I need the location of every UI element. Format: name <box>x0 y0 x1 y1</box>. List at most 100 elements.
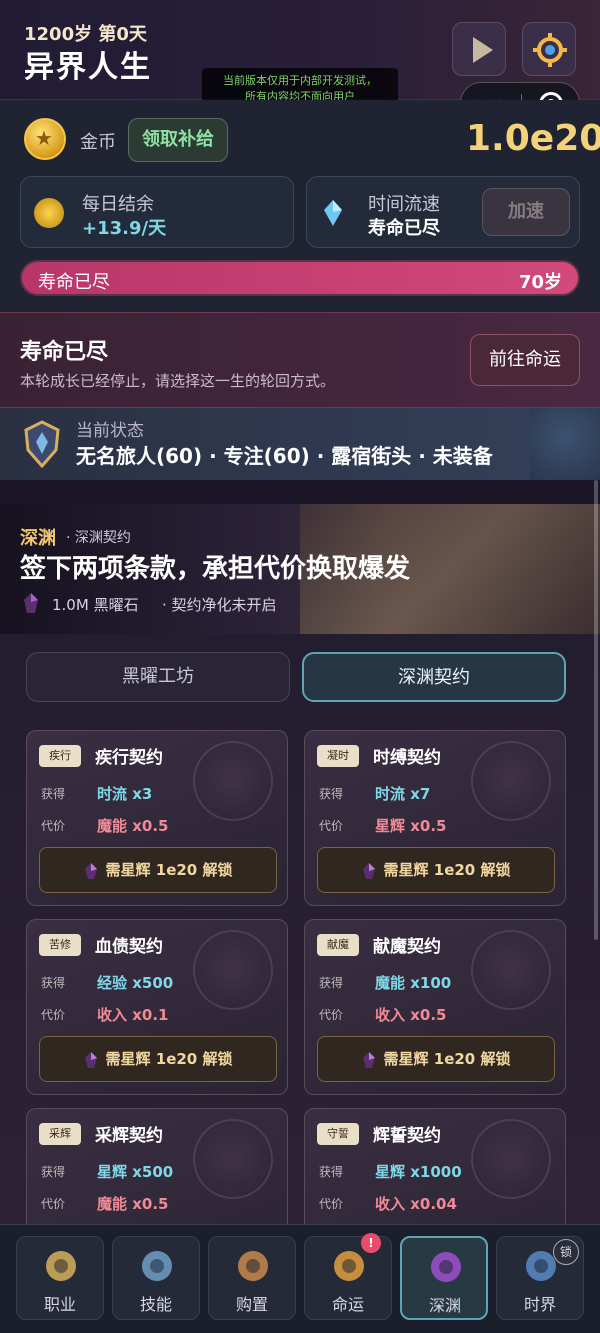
gain-value: 星辉 x1000 <box>375 1163 462 1181</box>
cost-label: 代价 <box>41 819 66 833</box>
tab-abyss-contract[interactable]: 深渊契约 <box>302 652 566 702</box>
time-flow-value: 寿命已尽 <box>368 218 440 239</box>
contract-badge: 苦修 <box>39 934 81 956</box>
contract-card[interactable]: 苦修 血债契约获得 经验 x500 代价 收入 x0.1 需星辉 1e20 解锁 <box>26 919 288 1095</box>
gain-label: 获得 <box>319 787 344 801</box>
lifespan-age: 70岁 <box>518 272 562 293</box>
contract-card[interactable]: 献魔 献魔契约获得 魔能 x100 代价 收入 x0.5 需星辉 1e20 解锁 <box>304 919 566 1095</box>
unlock-button[interactable]: 需星辉 1e20 解锁 <box>317 1036 555 1082</box>
nav-item-1[interactable]: 技能 <box>112 1236 200 1320</box>
character-portrait <box>530 408 600 480</box>
sigil-icon <box>193 930 273 1010</box>
cost-label: 代价 <box>319 1197 344 1211</box>
cost-value: 魔能 x0.5 <box>97 817 169 835</box>
gain-label: 获得 <box>41 976 66 990</box>
starlight-crystal-icon <box>362 862 375 879</box>
nav-item-4[interactable]: 深渊 <box>400 1236 488 1320</box>
cost-value: 星辉 x0.5 <box>375 817 447 835</box>
sigil-icon <box>193 741 273 821</box>
daily-balance-label: 每日结余 <box>82 194 154 215</box>
starlight-crystal-icon <box>84 1051 97 1068</box>
contract-name: 血债契约 <box>95 937 163 957</box>
unlock-label: 需星辉 1e20 解锁 <box>383 1050 511 1068</box>
sigil-icon <box>471 1119 551 1199</box>
nav-label: 购置 <box>235 1295 268 1314</box>
starlight-crystal-icon <box>362 1051 375 1068</box>
speed-up-button[interactable]: 加速 <box>482 188 570 236</box>
bag-icon <box>238 1251 268 1281</box>
contract-badge: 守誓 <box>317 1123 359 1145</box>
contract-badge: 献魔 <box>317 934 359 956</box>
cost-label: 代价 <box>41 1008 66 1022</box>
contract-card[interactable]: 疾行 疾行契约获得 时流 x3 代价 魔能 x0.5 需星辉 1e20 解锁 <box>26 730 288 906</box>
play-button[interactable] <box>452 22 506 76</box>
gain-value: 魔能 x100 <box>375 974 452 992</box>
unlock-label: 需星辉 1e20 解锁 <box>105 861 233 879</box>
gain-value: 时流 x7 <box>375 785 431 803</box>
book-icon <box>142 1251 172 1281</box>
contract-name: 献魔契约 <box>373 937 441 957</box>
obsidian-amount: 1.0M 黑曜石 <box>52 596 139 614</box>
shield-icon <box>46 1251 76 1281</box>
obsidian-icon <box>24 593 38 613</box>
cost-value: 收入 x0.5 <box>375 1006 447 1024</box>
lifespan-status: 寿命已尽 <box>38 272 110 293</box>
nav-label: 时界 <box>523 1295 556 1314</box>
coin-stack-icon <box>34 198 64 228</box>
notice-desc: 本轮成长已经停止，请选择这一生的轮回方式。 <box>20 372 336 390</box>
gain-value: 星辉 x500 <box>97 1163 174 1181</box>
sigil-icon <box>193 1119 273 1199</box>
coin-icon: ★ <box>24 118 66 160</box>
status-value: 无名旅人(60) · 专注(60) · 露宿街头 · 未装备 <box>76 444 493 468</box>
contract-card[interactable]: 凝时 时缚契约 获得 时流 x7 代价 星辉 x0.5 需星辉 1e20 解锁 <box>304 730 566 906</box>
unlock-button[interactable]: 需星辉 1e20 解锁 <box>39 1036 277 1082</box>
coin-label: 金币 <box>80 132 116 153</box>
contract-name: 疾行契约 <box>95 748 163 768</box>
claim-supply-button[interactable]: 领取补给 <box>128 118 228 162</box>
gain-value: 时流 x3 <box>97 785 153 803</box>
nav-item-0[interactable]: 职业 <box>16 1236 104 1320</box>
contract-badge: 疾行 <box>39 745 81 767</box>
nav-item-3[interactable]: 命运! <box>304 1233 392 1320</box>
gain-label: 获得 <box>41 787 66 801</box>
cost-label: 代价 <box>41 1197 66 1211</box>
daily-balance-value: +13.9/天 <box>82 218 167 239</box>
scrollbar[interactable] <box>594 480 598 940</box>
unlock-label: 需星辉 1e20 解锁 <box>105 1050 233 1068</box>
crystal-icon <box>431 1252 461 1282</box>
sigil-icon <box>471 741 551 821</box>
unlock-button[interactable]: 需星辉 1e20 解锁 <box>317 847 555 893</box>
cost-value: 收入 x0.1 <box>97 1006 169 1024</box>
status-label: 当前状态 <box>76 421 144 441</box>
gain-label: 获得 <box>319 1165 344 1179</box>
starlight-crystal-icon <box>84 862 97 879</box>
time-flow-label: 时间流速 <box>368 194 440 215</box>
page-title: 异界人生 <box>24 50 152 85</box>
tab-obsidian-workshop[interactable]: 黑曜工坊 <box>26 652 290 702</box>
gain-value: 经验 x500 <box>97 974 174 992</box>
compass-icon <box>334 1251 364 1281</box>
play-icon <box>473 37 493 63</box>
purify-status: · 契约净化未开启 <box>162 596 277 614</box>
contract-name: 辉誓契约 <box>373 1126 441 1146</box>
nav-item-2[interactable]: 购置 <box>208 1236 296 1320</box>
lifespan-bar: 寿命已尽 70岁 <box>20 260 580 296</box>
gain-label: 获得 <box>319 976 344 990</box>
contract-name: 时缚契约 <box>373 748 441 768</box>
cost-label: 代价 <box>319 819 344 833</box>
shield-crest-icon <box>24 420 60 468</box>
contract-badge: 采辉 <box>39 1123 81 1145</box>
banner-tag: 深渊 <box>20 528 56 549</box>
gain-label: 获得 <box>41 1165 66 1179</box>
go-fate-button[interactable]: 前往命运 <box>470 334 580 386</box>
contract-name: 采辉契约 <box>95 1126 163 1146</box>
cost-label: 代价 <box>319 1008 344 1022</box>
cost-value: 魔能 x0.5 <box>97 1195 169 1213</box>
coin-value: 1.0e20 <box>466 118 600 159</box>
nav-item-5[interactable]: 时界 锁 <box>496 1236 584 1320</box>
notification-badge: ! <box>361 1233 381 1253</box>
unlock-button[interactable]: 需星辉 1e20 解锁 <box>39 847 277 893</box>
sigil-icon <box>471 930 551 1010</box>
settings-button[interactable] <box>522 22 576 76</box>
nav-label: 职业 <box>43 1295 76 1314</box>
